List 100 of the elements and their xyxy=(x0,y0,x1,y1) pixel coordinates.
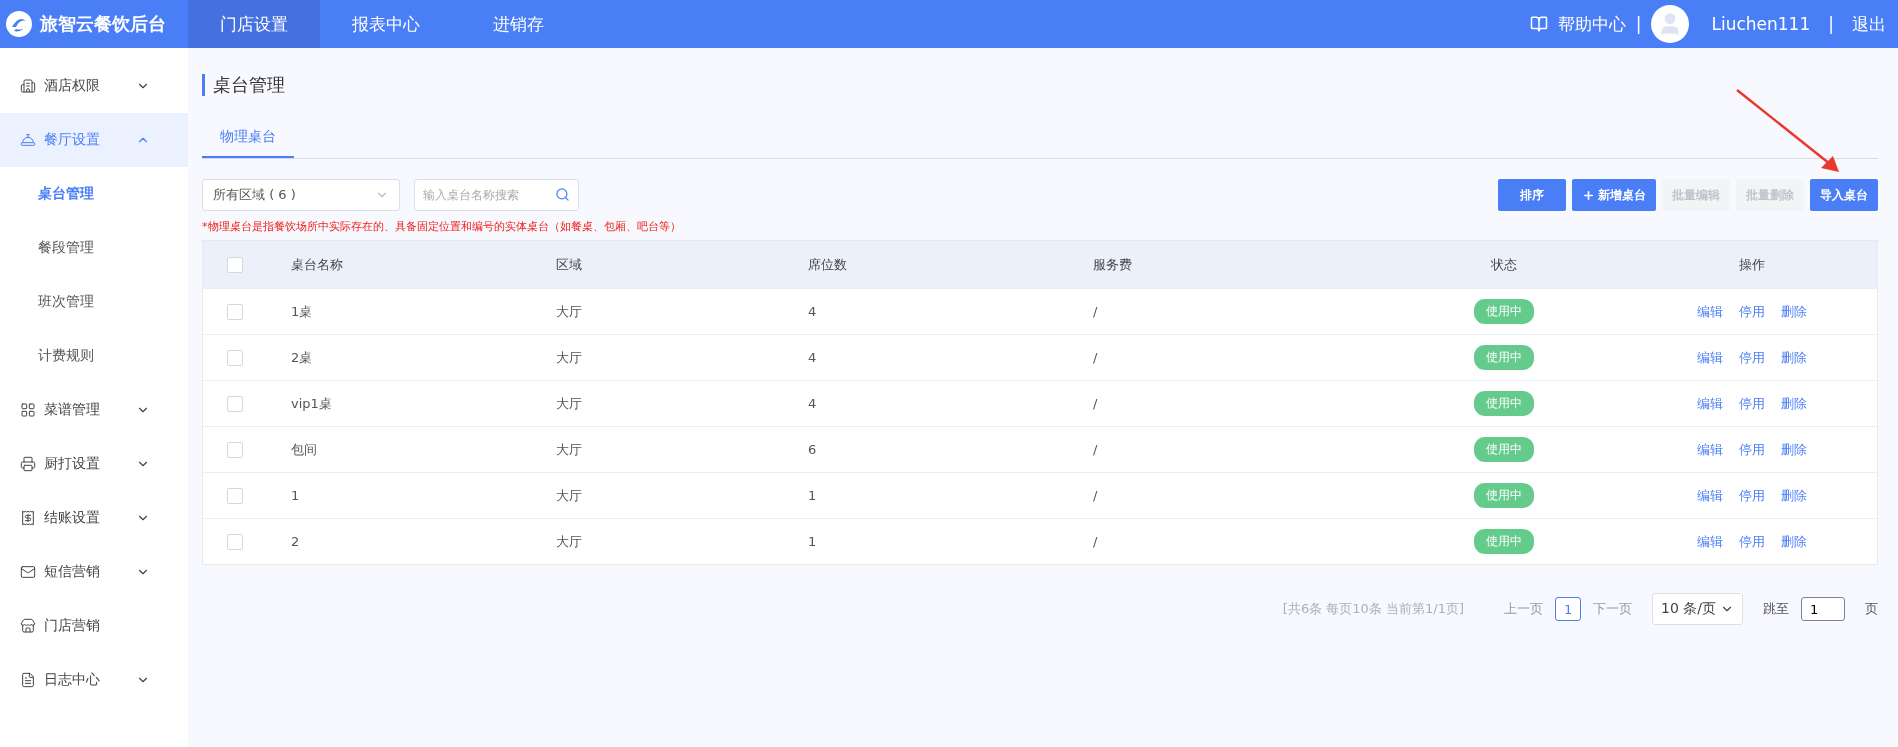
page-number[interactable]: 1 xyxy=(1555,597,1581,621)
status-badge: 使用中 xyxy=(1474,299,1534,324)
status-badge: 使用中 xyxy=(1474,483,1534,508)
note-text: *物理桌台是指餐饮场所中实际存在的、具备固定位置和编号的实体桌台（如餐桌、包厢、吧台等） xyxy=(202,219,682,234)
action-link[interactable]: 编辑 xyxy=(1697,486,1723,505)
table-cell-text: / xyxy=(1093,488,1099,503)
receipt-icon xyxy=(20,510,36,526)
separator: | xyxy=(1635,14,1642,34)
status-badge: 使用中 xyxy=(1474,391,1534,416)
row-checkbox[interactable] xyxy=(227,487,243,504)
action-link[interactable]: 编辑 xyxy=(1697,532,1723,551)
logout-link[interactable]: 退出 xyxy=(1852,12,1886,36)
bell-icon xyxy=(20,132,36,148)
table-cell-text: 4 xyxy=(808,396,818,411)
row-checkbox[interactable] xyxy=(227,303,243,320)
header-checkbox[interactable] xyxy=(227,256,243,273)
brand-name: 旅智云餐饮后台 xyxy=(40,12,166,36)
sidebar-item[interactable]: 门店营销 xyxy=(0,599,188,653)
action-link[interactable]: 删除 xyxy=(1781,440,1807,459)
toolbar-button[interactable]: 排序 xyxy=(1498,179,1566,211)
sidebar-item[interactable]: 日志中心 xyxy=(0,653,188,707)
page-title: 桌台管理 xyxy=(202,74,1878,96)
sidebar-item[interactable]: 结账设置 xyxy=(0,491,188,545)
nav-tab[interactable]: 门店设置 xyxy=(188,0,320,48)
table-cell-text: / xyxy=(1093,350,1099,365)
sidebar-subitem[interactable]: 餐段管理 xyxy=(0,221,188,275)
sidebar-subitem[interactable]: 计费规则 xyxy=(0,329,188,383)
table-cell-text: 大厅 xyxy=(556,394,583,413)
tab[interactable]: 物理桌台 xyxy=(202,118,294,158)
page-unit: 页 xyxy=(1865,600,1878,618)
document-icon xyxy=(20,672,36,688)
action-link[interactable]: 停用 xyxy=(1739,348,1765,367)
help-link[interactable]: 帮助中心 xyxy=(1557,12,1626,36)
table-cell-text: / xyxy=(1093,442,1099,457)
action-link[interactable]: 删除 xyxy=(1781,302,1807,321)
page-size-select[interactable]: 10 条/页 xyxy=(1652,593,1743,625)
table-cell-text: 大厅 xyxy=(556,302,583,321)
table-cell-text: 2桌 xyxy=(291,348,314,367)
sidebar-item[interactable]: 餐厅设置 xyxy=(0,113,188,167)
area-select[interactable]: 所有区域 ( 6 ) xyxy=(202,179,400,211)
nav-tab[interactable]: 进销存 xyxy=(452,0,584,48)
printer-icon xyxy=(20,456,36,472)
page-summary: [共6条 每页10条 当前第1/1页] xyxy=(1282,600,1464,618)
logo-icon xyxy=(4,9,34,39)
avatar[interactable] xyxy=(1651,5,1690,43)
action-link[interactable]: 删除 xyxy=(1781,394,1807,413)
building-icon xyxy=(20,78,36,94)
table-cell-text: 1 xyxy=(808,488,818,503)
table-cell-text: vip1桌 xyxy=(291,394,333,413)
action-link[interactable]: 停用 xyxy=(1739,302,1765,321)
table-cell-text: 1 xyxy=(291,488,301,503)
toolbar-button[interactable]: 导入桌台 xyxy=(1810,179,1878,211)
table-cell-text: 大厅 xyxy=(556,532,583,551)
column-header: 席位数 xyxy=(808,255,848,274)
row-checkbox[interactable] xyxy=(227,395,243,412)
table-cell-text: / xyxy=(1093,534,1099,549)
row-checkbox[interactable] xyxy=(227,441,243,458)
status-badge: 使用中 xyxy=(1474,529,1534,554)
jump-label: 跳至 xyxy=(1763,600,1789,618)
sidebar-subitem[interactable]: 桌台管理 xyxy=(0,167,188,221)
action-link[interactable]: 停用 xyxy=(1739,394,1765,413)
action-link[interactable]: 编辑 xyxy=(1697,394,1723,413)
action-link[interactable]: 删除 xyxy=(1781,348,1807,367)
grid-icon xyxy=(20,402,36,418)
status-badge: 使用中 xyxy=(1474,345,1534,370)
table-cell-text: 1桌 xyxy=(291,302,314,321)
search-icon xyxy=(555,187,570,202)
action-link[interactable]: 停用 xyxy=(1739,532,1765,551)
nav-tab[interactable]: 报表中心 xyxy=(320,0,452,48)
column-header: 桌台名称 xyxy=(291,255,344,274)
mail-icon xyxy=(20,564,36,580)
table-cell-text: / xyxy=(1093,396,1099,411)
row-checkbox[interactable] xyxy=(227,349,243,366)
table-cell-text: 4 xyxy=(808,350,818,365)
status-badge: 使用中 xyxy=(1474,437,1534,462)
sidebar-item[interactable]: 厨打设置 xyxy=(0,437,188,491)
row-checkbox[interactable] xyxy=(227,533,243,550)
action-link[interactable]: 删除 xyxy=(1781,532,1807,551)
sidebar-item[interactable]: 菜谱管理 xyxy=(0,383,188,437)
sidebar-item[interactable]: 酒店权限 xyxy=(0,59,188,113)
separator: | xyxy=(1828,14,1834,34)
action-link[interactable]: 编辑 xyxy=(1697,302,1723,321)
column-header: 操作 xyxy=(1738,255,1766,274)
user-name[interactable]: Liuchen111 xyxy=(1711,14,1811,34)
table-cell-text: 4 xyxy=(808,304,818,319)
sidebar-item[interactable]: 短信营销 xyxy=(0,545,188,599)
table-cell-text: 大厅 xyxy=(556,486,583,505)
table-cell-text: 大厅 xyxy=(556,348,583,367)
book-icon xyxy=(1529,15,1548,33)
action-link[interactable]: 停用 xyxy=(1739,440,1765,459)
toolbar-button[interactable]: 新增桌台 xyxy=(1572,179,1656,211)
jump-field[interactable]: 1 xyxy=(1801,597,1845,621)
table-cell-text: 6 xyxy=(808,442,818,457)
action-link[interactable]: 停用 xyxy=(1739,486,1765,505)
action-link[interactable]: 编辑 xyxy=(1697,348,1723,367)
action-link[interactable]: 删除 xyxy=(1781,486,1807,505)
table-cell-text: 包间 xyxy=(291,440,318,459)
sidebar-subitem[interactable]: 班次管理 xyxy=(0,275,188,329)
search-field[interactable]: 输入桌台名称搜索 xyxy=(414,179,579,211)
action-link[interactable]: 编辑 xyxy=(1697,440,1723,459)
